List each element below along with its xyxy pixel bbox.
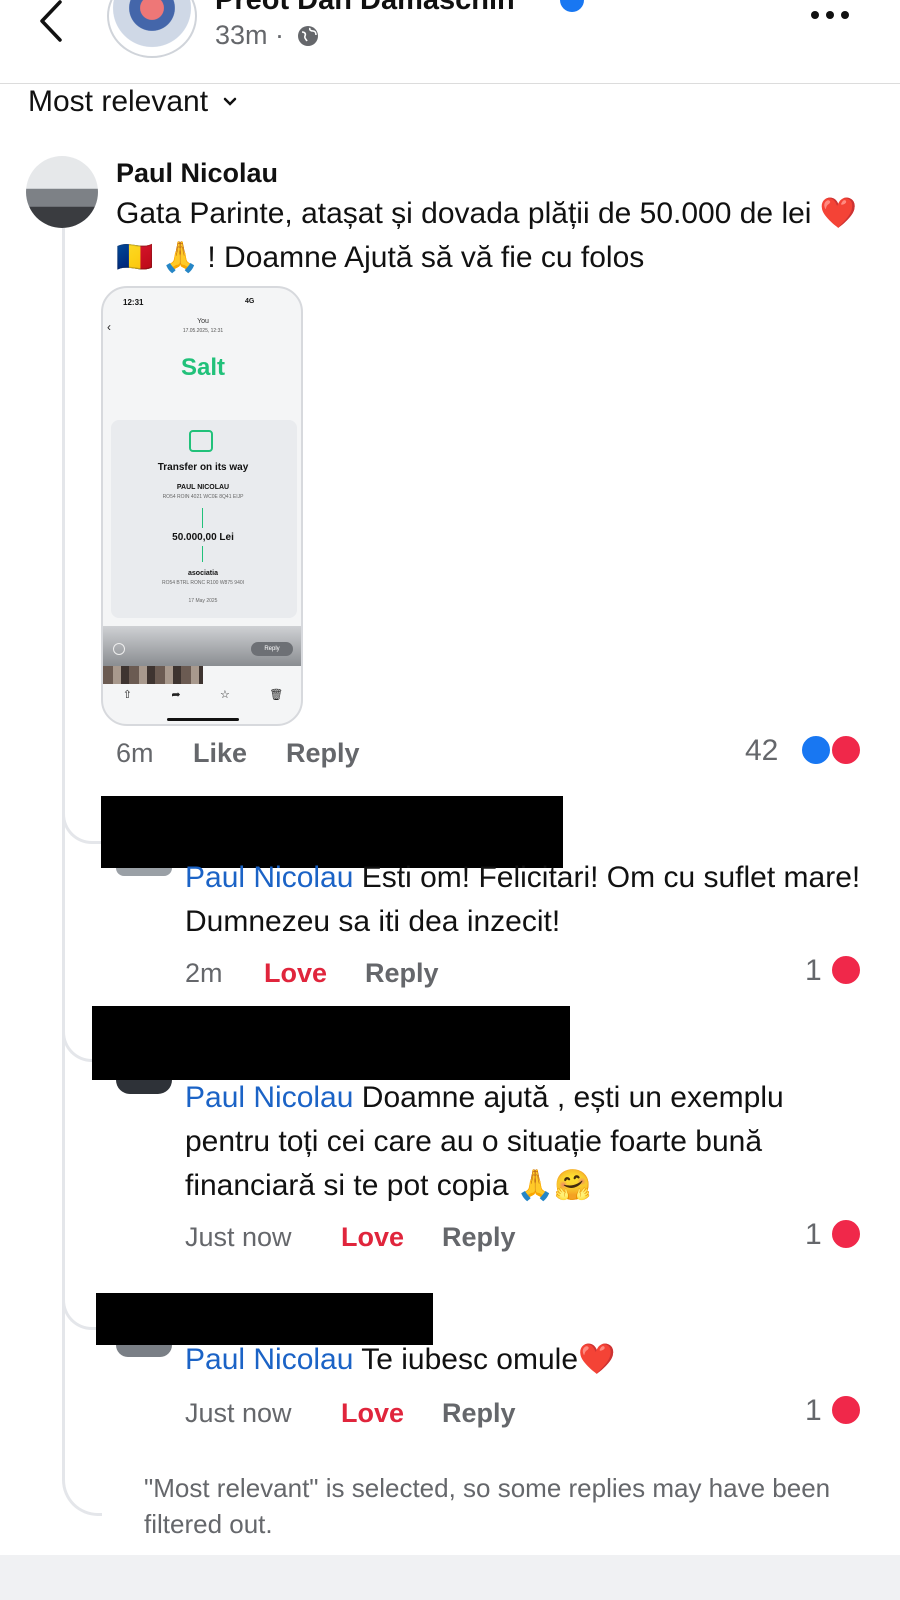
forward-icon: ➦ xyxy=(171,689,181,701)
attachment-sender-iban: RO54 ROIN 4021 WC0E 8Q41 EIJP xyxy=(162,494,244,500)
home-indicator xyxy=(167,718,239,721)
page-avatar[interactable] xyxy=(107,0,197,58)
attachment-recipient: asociatia xyxy=(188,570,218,577)
chevron-down-icon xyxy=(223,97,237,106)
globe-icon xyxy=(298,26,318,46)
post-time[interactable]: 33m · xyxy=(215,20,284,51)
comment-time: 6m xyxy=(116,738,154,768)
reaction-count[interactable]: 42 xyxy=(745,734,778,768)
like-button[interactable]: Like xyxy=(193,738,247,769)
attachment-heading: Transfer on its way xyxy=(157,462,249,473)
reaction-count[interactable]: 1 xyxy=(805,1394,822,1428)
avatar[interactable] xyxy=(116,1080,172,1094)
share-icon: ⇧ xyxy=(122,689,132,701)
attachment-date: 17 May 2025 xyxy=(188,598,218,604)
attachment-top-date: 17.05.2025, 12:31 xyxy=(182,328,224,334)
attachment-photo-strip xyxy=(103,666,203,684)
reply-time: Just now xyxy=(185,1398,292,1428)
love-button[interactable]: Love xyxy=(264,958,327,989)
sort-dropdown[interactable]: Most relevant xyxy=(28,84,238,120)
avatar[interactable] xyxy=(116,1345,172,1357)
reply-time: 2m xyxy=(185,958,223,988)
payment-screenshot-attachment[interactable]: 12:31 4G ‹ You 17.05.2025, 12:31 Salt Tr… xyxy=(101,286,303,726)
love-reaction-icon xyxy=(830,734,862,766)
like-reaction-icon xyxy=(800,734,832,766)
comment-text: Gata Parinte, atașat și dovada plății de… xyxy=(116,197,858,274)
star-icon: ☆ xyxy=(219,689,230,701)
attachment-status-time: 12:31 xyxy=(123,298,144,307)
attachment-brand: Salt xyxy=(180,354,225,381)
smiley-icon xyxy=(113,643,125,655)
mention-link[interactable]: Paul Nicolau xyxy=(185,1081,353,1114)
reply-body: Te iubesc omule❤️ xyxy=(353,1343,616,1376)
post-header: Preot Dan Damaschin 33m · xyxy=(0,0,900,84)
avatar[interactable] xyxy=(26,156,98,228)
reply-button[interactable]: Reply xyxy=(442,1398,516,1429)
attachment-sender: PAUL NICOLAU xyxy=(176,484,230,491)
time-separator: · xyxy=(275,20,285,50)
page-title[interactable]: Preot Dan Damaschin xyxy=(215,0,515,17)
love-reaction-icon xyxy=(830,1218,862,1250)
reply-button[interactable]: Reply xyxy=(365,958,439,989)
reaction-count[interactable]: 1 xyxy=(805,1218,822,1252)
reply-button[interactable]: Reply xyxy=(442,1222,516,1253)
redaction-block xyxy=(92,1006,570,1080)
attachment-status-network: 4G xyxy=(245,298,255,305)
love-button[interactable]: Love xyxy=(341,1398,404,1429)
thumbs-up-icon xyxy=(189,430,213,452)
comment-author[interactable]: Paul Nicolau xyxy=(116,158,278,189)
love-reaction-icon xyxy=(830,954,862,986)
trash-icon: 🗑 xyxy=(269,689,284,701)
love-reaction-icon xyxy=(830,1394,862,1426)
attachment-recipient-iban: RO54 BTRL RONC R100 W875 940I xyxy=(161,580,245,586)
bottom-bar xyxy=(0,1555,900,1600)
reply-text: Paul Nicolau Doamne ajută , ești un exem… xyxy=(185,1076,875,1208)
attachment-amount: 50.000,00 Lei xyxy=(172,532,234,543)
more-horizontal-icon[interactable] xyxy=(808,8,852,22)
chevron-left-icon[interactable] xyxy=(32,0,72,46)
love-button[interactable]: Love xyxy=(341,1222,404,1253)
verified-badge-icon xyxy=(560,0,584,12)
mention-link[interactable]: Paul Nicolau xyxy=(185,861,353,894)
attachment-top-title: You xyxy=(197,318,209,325)
attachment-toolbar: ⇧ ➦ ☆ 🗑 xyxy=(103,688,301,708)
sort-label: Most relevant xyxy=(28,85,209,118)
reply-text: Paul Nicolau Te iubesc omule❤️ xyxy=(185,1338,875,1382)
reply-button[interactable]: Reply xyxy=(286,738,360,769)
reaction-count[interactable]: 1 xyxy=(805,954,822,988)
attachment-arrow-line xyxy=(202,546,203,562)
mention-link[interactable]: Paul Nicolau xyxy=(185,1343,353,1376)
attachment-reply-chip: Reply xyxy=(251,642,293,656)
reply-time: Just now xyxy=(185,1222,292,1252)
attachment-arrow-line xyxy=(202,508,203,528)
filter-notice: "Most relevant" is selected, so some rep… xyxy=(144,1473,831,1539)
post-time-value: 33m xyxy=(215,20,268,50)
avatar[interactable] xyxy=(116,868,172,876)
reply-text: Paul Nicolau Esti om! Felicitari! Om cu … xyxy=(185,856,875,944)
